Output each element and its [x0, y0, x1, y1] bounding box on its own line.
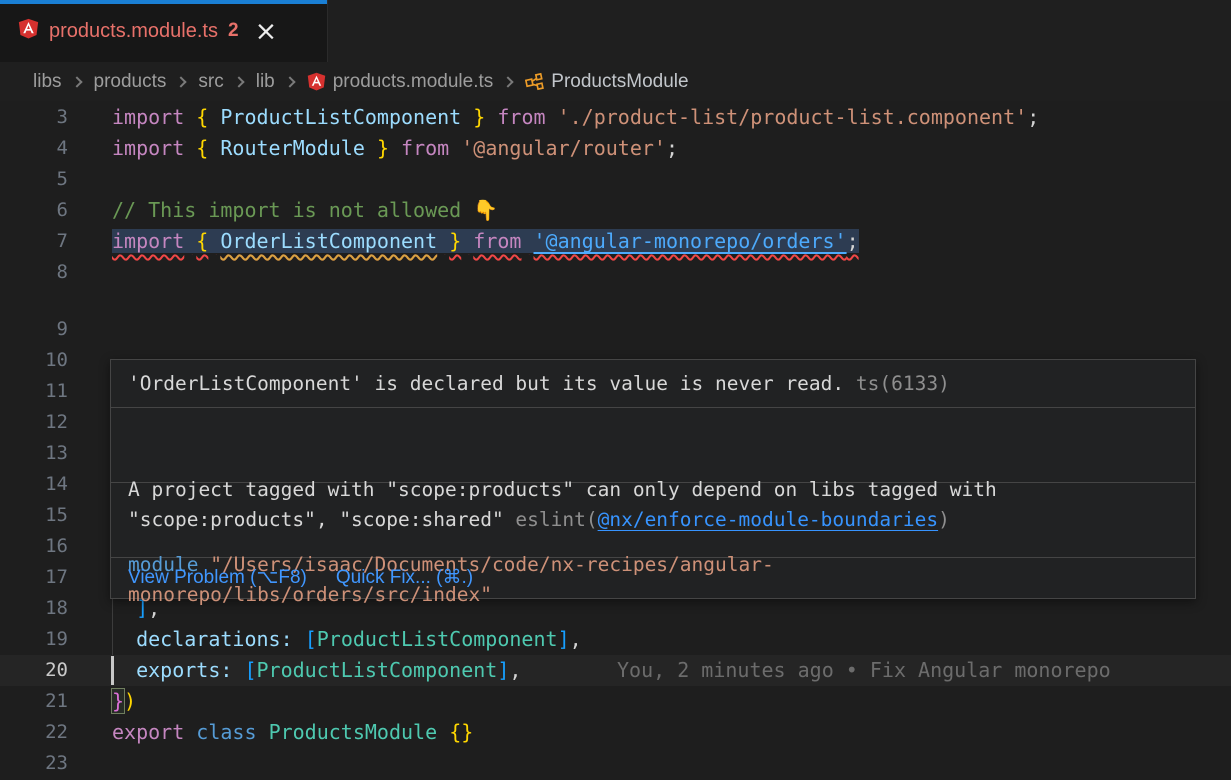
- code-line-7: import { OrderListComponent } from '@ang…: [112, 226, 859, 257]
- code-line-22: export class ProductsModule {}: [112, 717, 473, 748]
- code-editor[interactable]: 34567891011121314151617181920212223 impo…: [0, 101, 1231, 780]
- chevron-right-icon: [176, 76, 187, 87]
- line-number-10: 10: [0, 345, 68, 376]
- line-number-15: 15: [0, 500, 68, 531]
- breadcrumb-item-src[interactable]: src: [198, 71, 223, 93]
- angular-icon: [18, 18, 39, 44]
- close-icon[interactable]: ×: [255, 18, 278, 45]
- breadcrumb-item-products-module-ts[interactable]: products.module.ts: [307, 71, 494, 93]
- line-number-7: 7: [0, 226, 68, 257]
- breadcrumb-item-lib[interactable]: lib: [256, 71, 275, 93]
- error-highlighted-import: import { OrderListComponent } from '@ang…: [112, 229, 859, 253]
- chevron-right-icon: [284, 76, 295, 87]
- angular-icon: [307, 72, 326, 91]
- tab-label: products.module.ts: [49, 20, 218, 43]
- tab-products-module[interactable]: products.module.ts 2 ×: [0, 0, 328, 62]
- line-number-21: 21: [0, 686, 68, 717]
- chevron-right-icon: [233, 76, 244, 87]
- code-line-6: // This import is not allowed 👇: [112, 195, 498, 226]
- line-number-18: 18: [0, 593, 68, 624]
- hover-eslint-diagnostic: A project tagged with "scope:products" c…: [111, 408, 1195, 483]
- line-number-3: 3: [0, 102, 68, 133]
- breadcrumb-item-productsmodule[interactable]: ProductsModule: [525, 71, 688, 93]
- line-number-5: 5: [0, 164, 68, 195]
- line-number-22: 22: [0, 717, 68, 748]
- line-number-9: 9: [0, 314, 68, 345]
- text-cursor: [111, 656, 114, 685]
- line-number-4: 4: [0, 133, 68, 164]
- chevron-right-icon: [71, 76, 82, 87]
- line-number-17: 17: [0, 562, 68, 593]
- breadcrumb-item-products[interactable]: products: [94, 71, 167, 93]
- code-line-4: import { RouterModule } from '@angular/r…: [112, 133, 678, 164]
- line-number-14: 14: [0, 469, 68, 500]
- code-line-21: }): [112, 686, 136, 717]
- problem-hover-popup: 'OrderListComponent' is declared but its…: [110, 359, 1196, 599]
- breadcrumb: libs products src lib products.module.ts Prod…: [0, 62, 1231, 101]
- line-number-11: 11: [0, 376, 68, 407]
- line-number-16: 16: [0, 531, 68, 562]
- class-symbol-icon: [525, 72, 544, 91]
- line-number-8: 8: [0, 257, 68, 288]
- chevron-right-icon: [503, 76, 514, 87]
- quick-fix-button[interactable]: Quick Fix... (⌘.): [336, 566, 473, 589]
- line-number-13: 13: [0, 438, 68, 469]
- view-problem-button[interactable]: View Problem (⌥F8): [128, 566, 307, 589]
- line-number-19: 19: [0, 624, 68, 655]
- line-number-6: 6: [0, 195, 68, 226]
- tab-bar: products.module.ts 2 ×: [0, 0, 1231, 62]
- code-line-3: import { ProductListComponent } from './…: [112, 102, 1039, 133]
- breadcrumb-item-libs[interactable]: libs: [33, 71, 62, 93]
- line-number-23: 23: [0, 748, 68, 779]
- hover-ts-diagnostic: 'OrderListComponent' is declared but its…: [111, 360, 1195, 408]
- line-number-12: 12: [0, 407, 68, 438]
- tab-problem-badge: 2: [228, 20, 239, 42]
